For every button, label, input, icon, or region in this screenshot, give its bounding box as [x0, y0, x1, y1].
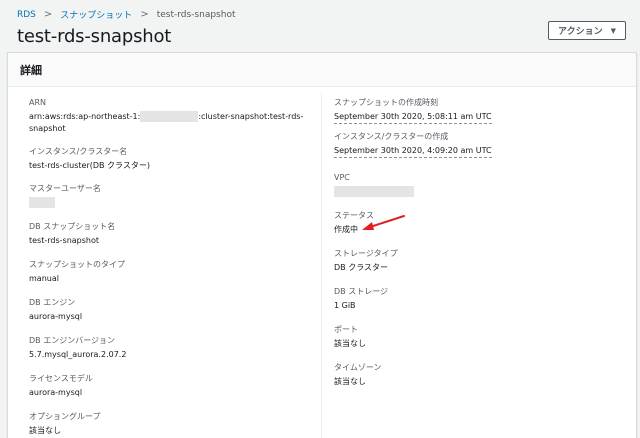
page-title: test-rds-snapshot — [17, 26, 172, 47]
annotation-arrow-icon — [362, 215, 405, 230]
field-label: インスタンス/クラスター名 — [29, 147, 128, 156]
field-master-user: マスターユーザー名 — [29, 183, 101, 208]
panel-header: 詳細 — [8, 53, 636, 87]
field-value: 該当なし — [334, 377, 366, 386]
breadcrumb: RDS > スナップショット > test-rds-snapshot — [17, 8, 235, 21]
field-label: DB エンジンバージョン — [29, 336, 116, 345]
column-divider — [321, 93, 322, 438]
field-option-group: オプショングループ 該当なし — [29, 411, 101, 436]
details-panel: 詳細 ARN arn:aws:rds:ap-northeast-1: :clust… — [7, 52, 637, 438]
arn-suffix: :cluster-snapshot:test-rds- — [198, 112, 304, 121]
field-value: test-rds-snapshot — [29, 236, 100, 245]
field-value: test-rds-cluster(DB クラスター) — [29, 161, 151, 170]
field-engine: DB エンジン aurora-mysql — [29, 297, 82, 322]
breadcrumb-separator: > — [43, 9, 53, 20]
instance-created-value[interactable]: September 30th 2020, 4:09:20 am UTC — [334, 145, 492, 158]
field-value: 該当なし — [334, 339, 366, 348]
field-value: 1 GiB — [334, 301, 356, 310]
field-timezone: タイムゾーン 該当なし — [334, 362, 381, 387]
field-label: ストレージタイプ — [334, 249, 398, 258]
field-arn: ARN arn:aws:rds:ap-northeast-1: :cluster-… — [29, 97, 303, 134]
breadcrumb-separator: > — [140, 9, 149, 20]
field-license-model: ライセンスモデル aurora-mysql — [29, 373, 93, 398]
field-value: 該当なし — [29, 426, 61, 435]
field-label: DB ストレージ — [334, 287, 389, 296]
breadcrumb-current: test-rds-snapshot — [156, 9, 236, 20]
arn-value-line2: snapshot — [29, 124, 66, 133]
field-storage-type: ストレージタイプ DB クラスター — [334, 248, 398, 273]
redacted-vpc-id — [334, 186, 414, 197]
field-label: ポート — [334, 325, 358, 334]
arn-value: arn:aws:rds:ap-northeast-1: :cluster-snap… — [29, 111, 303, 122]
breadcrumb-snapshots-link[interactable]: スナップショット — [60, 8, 132, 21]
actions-dropdown-button[interactable]: アクション ▼ — [548, 21, 626, 40]
caret-down-icon: ▼ — [610, 26, 616, 35]
redacted-master-user — [29, 197, 101, 208]
actions-button-label: アクション — [558, 27, 603, 37]
breadcrumb-rds-link[interactable]: RDS — [17, 10, 36, 20]
field-value: aurora-mysql — [29, 312, 83, 321]
field-engine-version: DB エンジンバージョン 5.7.mysql_aurora.2.07.2 — [29, 335, 126, 360]
field-instance-name: インスタンス/クラスター名 test-rds-cluster(DB クラスター) — [29, 146, 150, 171]
field-label: ライセンスモデル — [29, 374, 93, 383]
field-value: aurora-mysql — [29, 388, 83, 397]
field-label: スナップショットの作成時刻 — [334, 98, 438, 107]
field-instance-created: インスタンス/クラスターの作成 September 30th 2020, 4:0… — [334, 131, 492, 158]
snapshot-time-value[interactable]: September 30th 2020, 5:08:11 am UTC — [334, 111, 492, 124]
field-snapshot-time: スナップショットの作成時刻 September 30th 2020, 5:08:… — [334, 97, 492, 124]
field-label: オプショングループ — [29, 412, 101, 421]
field-label: タイムゾーン — [334, 363, 382, 372]
field-label: スナップショットのタイプ — [29, 260, 125, 269]
field-label: マスターユーザー名 — [29, 184, 101, 193]
field-value: manual — [29, 274, 59, 283]
field-label: DB スナップショット名 — [29, 222, 116, 231]
field-vpc: VPC — [334, 172, 414, 197]
field-snapshot-name: DB スナップショット名 test-rds-snapshot — [29, 221, 115, 246]
field-label: ARN — [29, 98, 47, 107]
field-storage: DB ストレージ 1 GiB — [334, 286, 388, 311]
field-label: VPC — [334, 173, 350, 182]
arn-prefix: arn:aws:rds:ap-northeast-1: — [29, 112, 141, 121]
field-value: DB クラスター — [334, 263, 389, 272]
redacted-account-id — [140, 111, 199, 122]
field-label: インスタンス/クラスターの作成 — [334, 132, 449, 141]
field-value: 5.7.mysql_aurora.2.07.2 — [29, 350, 127, 359]
panel-title: 詳細 — [20, 63, 42, 77]
field-label: DB エンジン — [29, 298, 76, 307]
field-port: ポート 該当なし — [334, 324, 366, 349]
field-snapshot-type: スナップショットのタイプ manual — [29, 259, 125, 284]
